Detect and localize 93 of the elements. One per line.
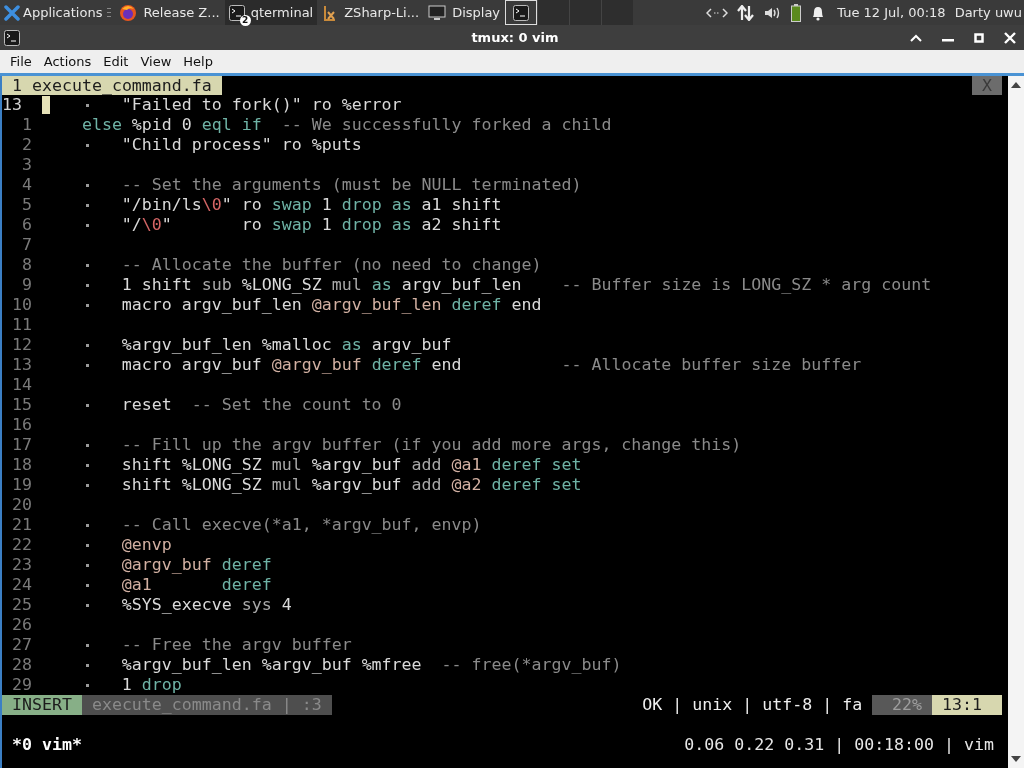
line-number: 29 — [11, 675, 32, 695]
network-icon — [706, 6, 729, 19]
line-number: 5 — [20, 195, 32, 215]
line-number: 13 — [2, 95, 23, 115]
taskbar-button[interactable]: ZSharp-Li... — [318, 0, 424, 25]
line-number: 27 — [11, 635, 32, 655]
window-title: tmux: 0 vim — [470, 30, 560, 45]
handle-icon — [107, 6, 112, 19]
scroll-down-icon — [1011, 756, 1021, 762]
file-name: execute_command.fa | :3 — [81, 695, 332, 715]
line-number: 3 — [20, 155, 32, 175]
line-number: 2 — [20, 135, 32, 155]
code-line: 1 drop — [121, 675, 182, 695]
line-number: 11 — [11, 315, 32, 335]
menu-item[interactable]: Edit — [97, 54, 135, 69]
line-number: 26 — [11, 615, 32, 635]
line-number: 17 — [11, 435, 32, 455]
mode-indicator: INSERT — [2, 695, 82, 715]
browser-icon — [119, 3, 138, 22]
line-number: 13 — [11, 355, 32, 375]
line-number: 23 — [11, 555, 32, 575]
code-line: macro argv_buf_len @argv_buf_len deref end — [121, 295, 542, 315]
line-number: 4 — [20, 175, 32, 195]
line-number: 24 — [11, 575, 32, 595]
code-line: %argv_buf_len %argv_buf %mfree -- free(*argv_buf) — [121, 655, 622, 675]
cursor-position: 13:1 — [932, 695, 1002, 715]
tmux-status: 0.06 0.22 0.31 | 00:18:00 | vim — [684, 735, 995, 755]
line-number: 19 — [11, 475, 32, 495]
code-line: @envp — [121, 535, 172, 555]
code-line: shift %LONG_SZ mul %argv_buf add @a2 deref set — [121, 475, 582, 495]
line-number: 18 — [11, 455, 32, 475]
line-number: 7 — [20, 235, 32, 255]
scroll-up-icon — [1011, 82, 1021, 88]
code-line: macro argv_buf @argv_buf deref end -- Allocate buffer size buffer — [121, 355, 862, 375]
code-line: -- Set the arguments (must be NULL terminated) — [121, 175, 582, 195]
code-line: reset -- Set the count to 0 — [121, 395, 402, 415]
code-line: 1 shift sub %LONG_SZ mul as argv_buf_len -- Buffer size is LONG_SZ * arg count — [121, 275, 932, 295]
code-line: -- Call execve(*a1, *argv_buf, envp) — [121, 515, 482, 535]
code-line: "/\0" ro swap 1 drop as a2 shift — [121, 215, 502, 235]
code-line: "Failed to fork()" ro %error — [121, 95, 402, 115]
scroll-percent: 22% — [872, 695, 933, 715]
transfer-arrows-icon — [737, 4, 756, 21]
task-label: Display — [452, 5, 501, 20]
menu-item[interactable]: Actions — [37, 54, 98, 69]
code-line: %SYS_execve sys 4 — [121, 595, 292, 615]
line-number: 15 — [11, 395, 32, 415]
line-number: 22 — [11, 535, 32, 555]
line-number: 12 — [11, 335, 32, 355]
count-badge: 2 — [239, 14, 251, 26]
tmux-window[interactable]: *0 vim* — [2, 735, 82, 755]
task-label: Release Z... — [143, 5, 220, 20]
code-line: -- Allocate the buffer (no need to change) — [121, 255, 542, 275]
code-line: @a1 deref — [121, 575, 272, 595]
line-number: 16 — [11, 415, 32, 435]
task-label: qterminal — [250, 5, 314, 20]
battery-icon — [791, 3, 802, 22]
code-line: -- Fill up the argv buffer (if you add more args, change this) — [121, 435, 742, 455]
buffer-tab[interactable]: 1 execute_command.fa — [2, 76, 222, 95]
clock-text[interactable]: Tue 12 Jul, 00:18 — [837, 5, 946, 20]
file-info: OK | unix | utf-8 | fa — [642, 695, 864, 715]
x-logo-icon — [4, 4, 20, 21]
line-number: 20 — [11, 495, 32, 515]
taskbar-button[interactable]: Release Z... — [115, 0, 224, 25]
applications-menu-button[interactable]: Applications — [0, 0, 107, 25]
monitor-icon — [428, 4, 447, 21]
line-number: 25 — [11, 595, 32, 615]
code-line: shift %LONG_SZ mul %argv_buf add @a1 deref set — [121, 455, 582, 475]
code-line: -- Free the argv buffer — [121, 635, 352, 655]
code-line: else %pid 0 eql if -- We successfully forked a child — [81, 115, 612, 135]
menu-item[interactable]: View — [134, 54, 178, 69]
line-number: 1 — [20, 115, 32, 135]
scrollbar[interactable] — [1008, 76, 1024, 768]
menu-item[interactable]: File — [4, 54, 38, 69]
line-number: 10 — [11, 295, 32, 315]
terminal-icon — [4, 29, 20, 46]
maximize-icon — [974, 32, 984, 43]
line-number: 8 — [20, 255, 32, 275]
code-line: "Child process" ro %puts — [121, 135, 362, 155]
chevron-up-icon — [910, 33, 922, 42]
code-line: %argv_buf_len %malloc as argv_buf — [121, 335, 452, 355]
line-number: 28 — [11, 655, 32, 675]
line-number: 6 — [20, 215, 32, 235]
code-line: @argv_buf deref — [121, 555, 272, 575]
menu-item[interactable]: Help — [177, 54, 219, 69]
code-line: "/bin/ls\0" ro swap 1 drop as a1 shift — [121, 195, 502, 215]
taskbar-button[interactable]: Display — [424, 0, 505, 25]
line-number: 14 — [11, 375, 32, 395]
terminal-icon — [513, 4, 530, 21]
task-label: ZSharp-Li... — [344, 5, 420, 20]
line-number: 21 — [11, 515, 32, 535]
line-number: 9 — [20, 275, 32, 295]
user-name[interactable]: Darty uwu — [954, 5, 1022, 20]
close-icon — [1004, 31, 1016, 44]
